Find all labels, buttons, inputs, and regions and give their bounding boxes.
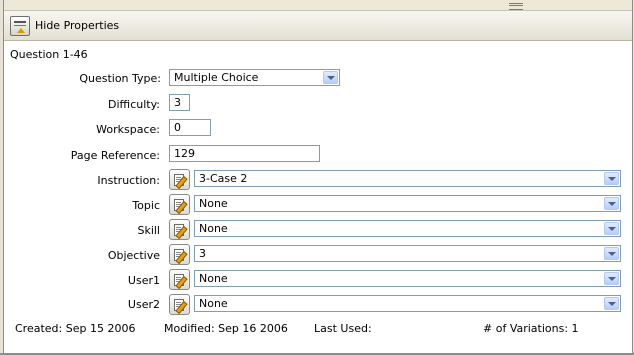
user2-select[interactable]: None (194, 295, 621, 312)
instruction-select[interactable]: 3-Case 2 (194, 170, 621, 187)
question-type-select[interactable]: Multiple Choice (169, 69, 340, 86)
hide-properties-button[interactable]: Hide Properties (10, 15, 119, 36)
skill-edit-button[interactable] (169, 219, 190, 240)
page-reference-label: Page Reference: (70, 149, 160, 162)
workspace-value: 0 (174, 121, 181, 134)
created-date: Created: Sep 15 2006 (15, 322, 136, 335)
difficulty-input[interactable]: 3 (169, 94, 190, 111)
modified-date: Modified: Sep 16 2006 (164, 322, 288, 335)
last-used: Last Used: (314, 322, 372, 335)
splitter-grip-icon[interactable] (509, 3, 523, 10)
objective-value: 3 (199, 247, 206, 260)
hide-properties-icon (10, 15, 30, 36)
hide-properties-label: Hide Properties (35, 19, 120, 32)
difficulty-label: Difficulty: (108, 98, 160, 111)
user1-edit-button[interactable] (169, 269, 190, 290)
chevron-down-icon[interactable] (604, 172, 619, 185)
workspace-input[interactable]: 0 (169, 119, 211, 136)
objective-select[interactable]: 3 (194, 245, 621, 262)
chevron-down-icon[interactable] (323, 71, 338, 84)
objective-label: Objective (107, 249, 160, 262)
skill-value: None (199, 222, 228, 235)
question-title: Question 1-46 (10, 48, 88, 61)
chevron-down-icon[interactable] (604, 222, 619, 235)
workspace-label: Workspace: (96, 123, 160, 136)
chevron-down-icon[interactable] (604, 297, 619, 310)
topic-select[interactable]: None (194, 195, 621, 212)
user2-edit-button[interactable] (169, 294, 190, 315)
splitter-bar[interactable] (4, 0, 632, 11)
page-reference-input[interactable]: 129 (169, 145, 320, 162)
page-reference-value: 129 (174, 147, 195, 160)
skill-label: Skill (137, 224, 160, 237)
question-type-value: Multiple Choice (174, 71, 259, 84)
user2-label: User2 (127, 298, 160, 311)
instruction-label: Instruction: (97, 174, 160, 187)
chevron-down-icon[interactable] (604, 272, 619, 285)
user1-value: None (199, 272, 228, 285)
objective-edit-button[interactable] (169, 244, 190, 265)
difficulty-value: 3 (174, 96, 181, 109)
user2-value: None (199, 297, 228, 310)
variations-count: # of Variations: 1 (483, 322, 579, 335)
user1-label: User1 (127, 274, 160, 287)
chevron-down-icon[interactable] (604, 247, 619, 260)
window-frame-left (0, 0, 4, 355)
instruction-edit-button[interactable] (169, 169, 190, 190)
skill-select[interactable]: None (194, 220, 621, 237)
toolbar: Hide Properties (4, 11, 632, 41)
topic-label: Topic (132, 199, 160, 212)
user1-select[interactable]: None (194, 270, 621, 287)
chevron-down-icon[interactable] (604, 197, 619, 210)
topic-edit-button[interactable] (169, 194, 190, 215)
topic-value: None (199, 197, 228, 210)
instruction-value: 3-Case 2 (199, 172, 248, 185)
question-type-label: Question Type: (79, 72, 161, 85)
